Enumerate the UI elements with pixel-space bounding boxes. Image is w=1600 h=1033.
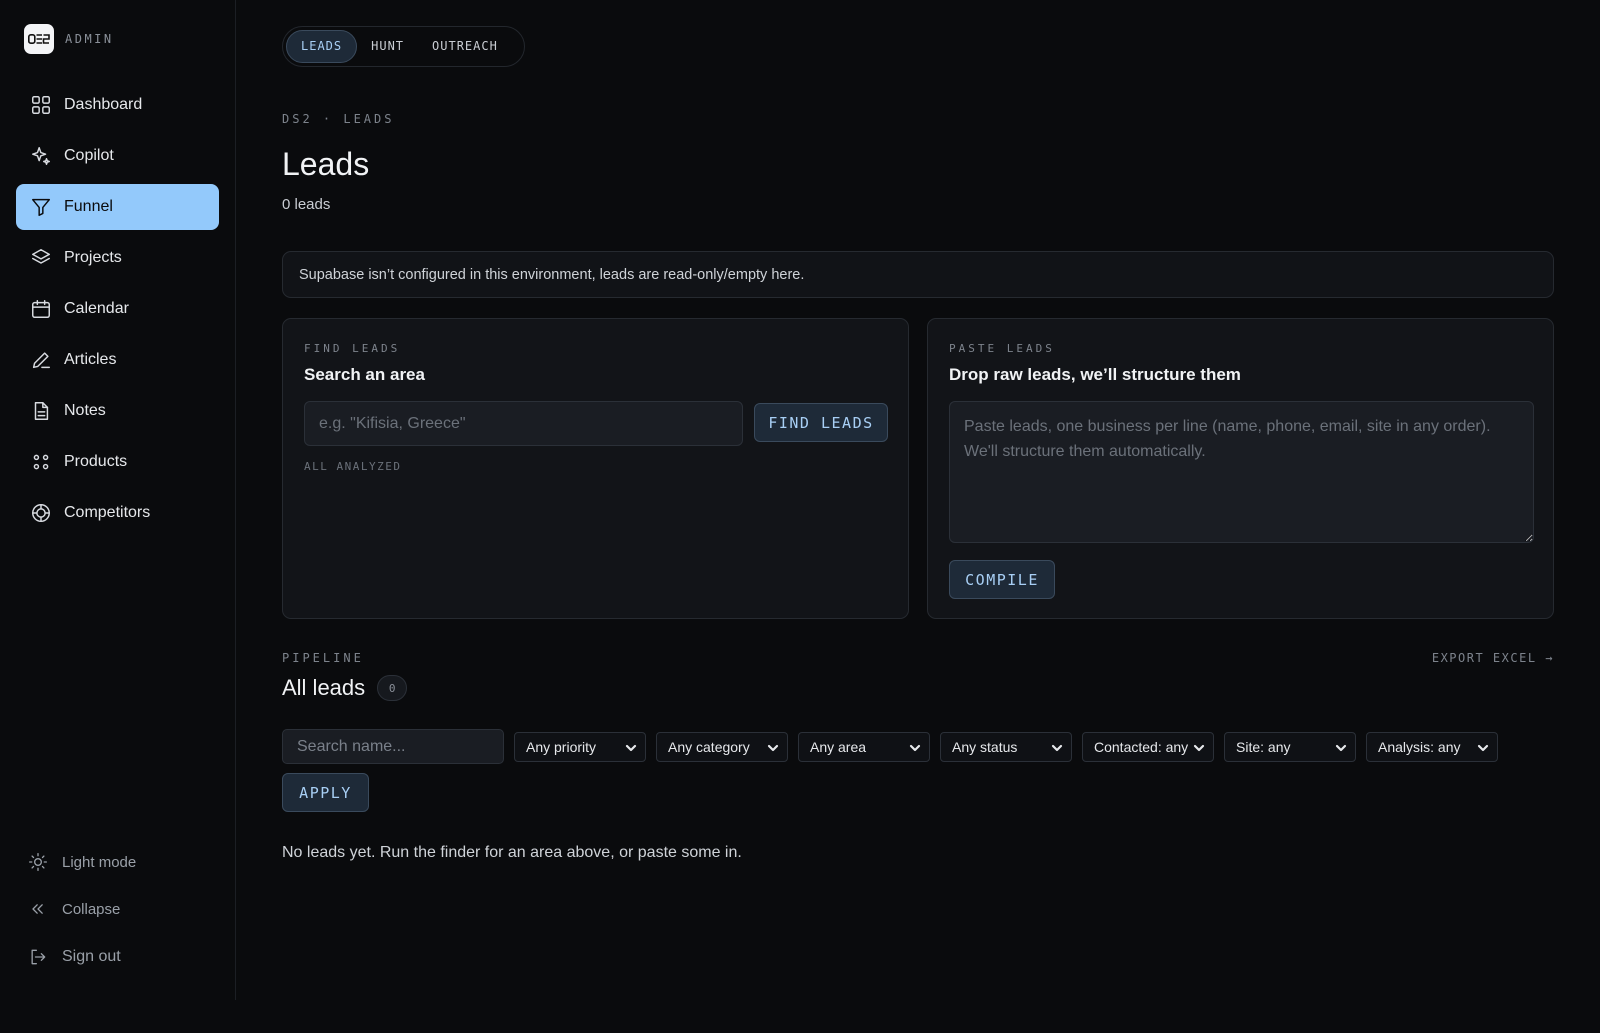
document-icon [34, 402, 49, 420]
paste-leads-textarea[interactable] [949, 401, 1534, 543]
tab-leads[interactable]: LEADS [286, 30, 358, 63]
pen-icon [32, 352, 50, 369]
sidebar-item-articles[interactable]: Articles [16, 337, 219, 383]
collapse-label: Collapse [62, 900, 121, 918]
light-mode-toggle[interactable]: Light mode [28, 852, 228, 872]
analysis-status: ALL ANALYZED [304, 460, 402, 473]
chevrons-left-icon [32, 904, 43, 914]
sign-out-label: Sign out [62, 948, 121, 965]
find-leads-card: FIND LEADS Search an area FIND LEADS ALL… [282, 318, 909, 619]
sidebar-item-label: Copilot [64, 147, 114, 164]
sidebar-item-label: Competitors [64, 504, 151, 521]
ds2-logo-icon [28, 34, 50, 44]
select-value: Analysis: any [1378, 738, 1461, 755]
grid-icon [32, 96, 50, 114]
select-value: Any area [810, 738, 867, 755]
sidebar-item-label: Articles [64, 351, 117, 368]
chevron-down-icon [1193, 744, 1205, 751]
section-tabs: LEADS HUNT OUTREACH [282, 26, 525, 67]
sidebar-item-funnel[interactable]: Funnel [16, 184, 219, 230]
apply-button[interactable]: APPLY [282, 773, 369, 812]
config-notice: Supabase isn’t configured in this enviro… [282, 251, 1554, 298]
select-value: Any priority [526, 738, 597, 755]
card-kicker: PASTE LEADS [949, 342, 1055, 355]
compile-button[interactable]: COMPILE [949, 560, 1055, 599]
collapse-button[interactable]: Collapse [28, 899, 228, 919]
notice-text: Supabase isn’t configured in this enviro… [299, 266, 805, 283]
all-leads-title: All leads [282, 675, 366, 700]
pipeline-kicker: PIPELINE [282, 651, 364, 665]
select-value: Contacted: any [1094, 738, 1189, 755]
sidebar-item-label: Funnel [64, 198, 113, 215]
priority-select[interactable]: Any priority [514, 731, 646, 762]
target-icon [32, 504, 50, 522]
chevron-down-icon [767, 744, 779, 751]
empty-state-message: No leads yet. Run the finder for an area… [282, 844, 742, 861]
sign-out-button[interactable]: Sign out [28, 947, 228, 967]
sidebar-item-label: Notes [64, 402, 106, 419]
chevron-down-icon [1051, 744, 1063, 751]
sparkle-icon [32, 147, 50, 165]
sidebar-item-copilot[interactable]: Copilot [16, 133, 219, 179]
calendar-icon [32, 300, 50, 318]
area-select[interactable]: Any area [798, 731, 930, 762]
sign-out-icon [31, 949, 46, 965]
leads-count-badge: 0 [377, 675, 408, 701]
sidebar-item-products[interactable]: Products [16, 439, 219, 485]
sidebar-item-projects[interactable]: Projects [16, 235, 219, 281]
sidebar-item-label: Products [64, 453, 128, 470]
select-value: Any category [668, 738, 750, 755]
contacted-select[interactable]: Contacted: any [1082, 731, 1214, 762]
sidebar-nav: Dashboard Copilot Funnel Projects Calend… [16, 82, 219, 541]
sun-icon [29, 853, 47, 871]
sidebar-item-dashboard[interactable]: Dashboard [16, 82, 219, 128]
area-search-input[interactable] [304, 401, 743, 446]
card-kicker: FIND LEADS [304, 342, 401, 355]
light-mode-label: Light mode [62, 853, 137, 871]
chevron-down-icon [1477, 744, 1489, 751]
breadcrumb: DS2 · LEADS [282, 112, 395, 126]
status-select[interactable]: Any status [940, 731, 1072, 762]
sidebar-item-calendar[interactable]: Calendar [16, 286, 219, 332]
export-excel-link[interactable]: EXPORT EXCEL → [1432, 651, 1554, 665]
sidebar: ADMIN Dashboard Copilot Funnel Projects … [0, 0, 236, 1000]
find-leads-button[interactable]: FIND LEADS [754, 403, 888, 442]
dots-icon [33, 454, 49, 470]
site-select[interactable]: Site: any [1224, 731, 1356, 762]
funnel-icon [32, 198, 50, 216]
tab-hunt[interactable]: HUNT [357, 30, 418, 63]
paste-leads-card: PASTE LEADS Drop raw leads, we’ll struct… [927, 318, 1554, 619]
card-title: Drop raw leads, we’ll structure them [949, 365, 1241, 384]
sidebar-item-notes[interactable]: Notes [16, 388, 219, 434]
sidebar-item-label: Calendar [64, 300, 129, 317]
leads-count-text: 0 leads [282, 196, 331, 213]
select-value: Any status [952, 738, 1018, 755]
layers-icon [32, 249, 50, 264]
filter-bar: Any priority Any category Any area Any s… [282, 729, 1498, 764]
sidebar-item-competitors[interactable]: Competitors [16, 490, 219, 536]
sidebar-item-label: Projects [64, 249, 122, 266]
card-title: Search an area [304, 365, 425, 384]
chevron-down-icon [625, 744, 637, 751]
analysis-select[interactable]: Analysis: any [1366, 731, 1498, 762]
brand-logo [24, 24, 54, 54]
all-leads-heading: All leads 0 [282, 675, 408, 701]
category-select[interactable]: Any category [656, 731, 788, 762]
sidebar-item-label: Dashboard [64, 96, 143, 113]
search-name-input[interactable] [282, 729, 504, 764]
tab-outreach[interactable]: OUTREACH [418, 30, 512, 63]
chevron-down-icon [1335, 744, 1347, 751]
page-title: Leads [282, 146, 370, 182]
brand[interactable]: ADMIN [24, 24, 114, 54]
chevron-down-icon [909, 744, 921, 751]
brand-label: ADMIN [65, 32, 114, 46]
select-value: Site: any [1236, 738, 1291, 755]
